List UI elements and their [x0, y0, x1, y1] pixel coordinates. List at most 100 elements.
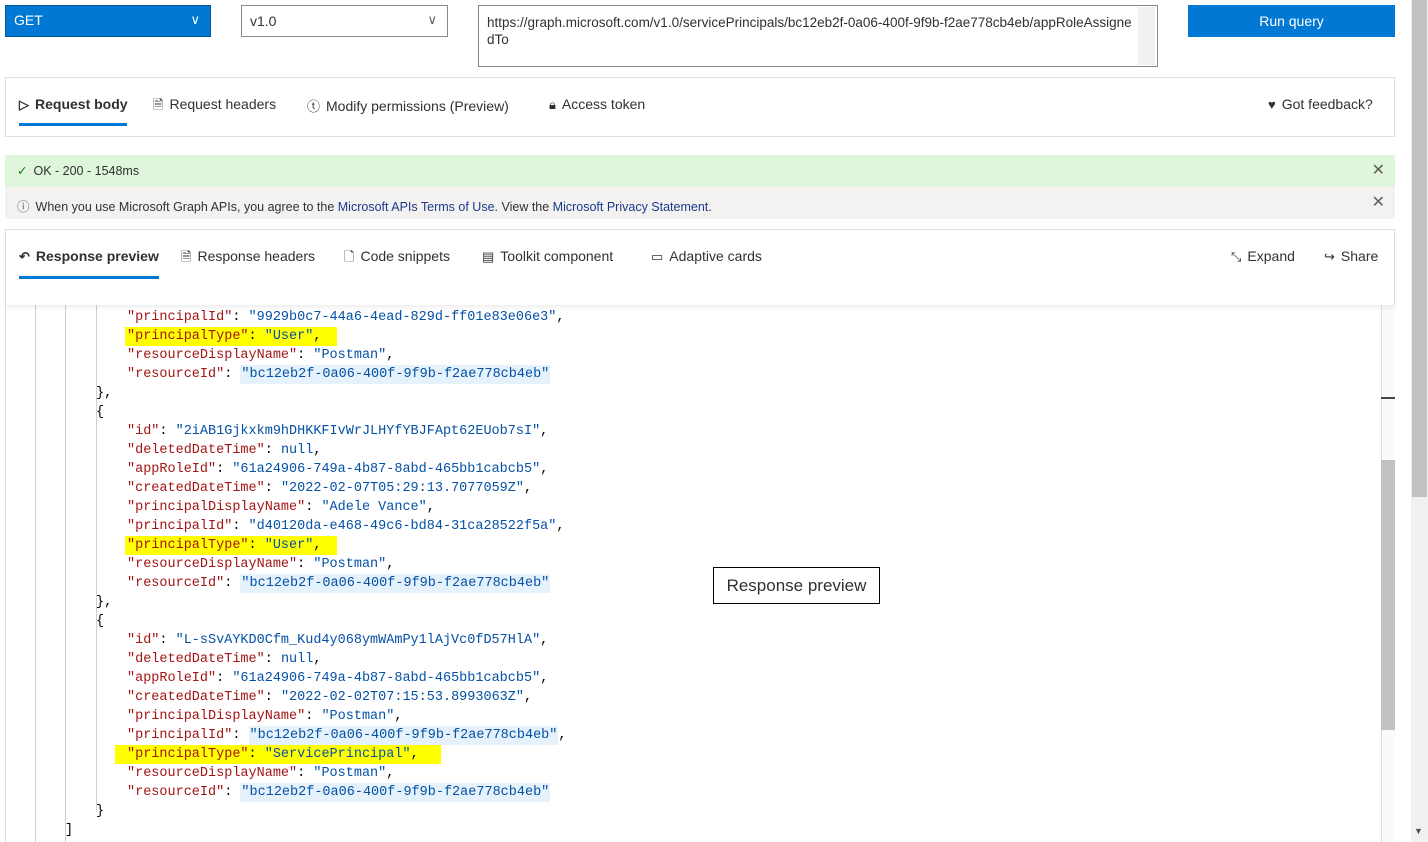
- json-line: "deletedDateTime": null,: [127, 441, 321, 460]
- json-key: "principalType": [127, 329, 249, 344]
- json-bracket: ]: [65, 823, 74, 838]
- tab-response-headers[interactable]: 🗎 Response headers: [181, 248, 315, 270]
- run-query-button[interactable]: Run query: [1188, 5, 1395, 37]
- json-comma: ,: [540, 424, 549, 439]
- tab-access-token[interactable]: 🔒︎ Access token: [549, 96, 645, 113]
- json-property: "resourceDisplayName": "Postman",: [127, 766, 394, 781]
- json-property: "resourceDisplayName": "Postman",: [127, 348, 394, 363]
- highlighted-property: "principalType": "User",: [125, 327, 338, 346]
- share-button[interactable]: ↪ Share: [1324, 248, 1378, 265]
- expand-icon: ⤡: [1231, 249, 1242, 264]
- tab-label: Request headers: [169, 96, 277, 112]
- json-comma: ,: [313, 652, 322, 667]
- terms-link[interactable]: Microsoft APIs Terms of Use: [338, 200, 495, 214]
- json-line: },: [96, 384, 112, 403]
- json-colon: :: [264, 443, 281, 458]
- json-property: "principalId": "d40120da-e468-49c6-bd84-…: [127, 519, 565, 534]
- privacy-link[interactable]: Microsoft Privacy Statement: [553, 200, 709, 214]
- json-key: "deletedDateTime": [127, 443, 265, 458]
- json-line: "resourceId": "bc12eb2f-0a06-400f-9f9b-f…: [127, 574, 551, 593]
- json-colon: :: [264, 481, 281, 496]
- tab-label: Code snippets: [360, 248, 450, 264]
- indent-guide: [35, 304, 36, 842]
- feedback-button[interactable]: ♥ Got feedback?: [1268, 96, 1373, 112]
- tab-label: Response preview: [35, 248, 159, 264]
- json-key: "appRoleId": [127, 671, 217, 686]
- json-value: "Postman": [321, 709, 395, 724]
- method-value: GET: [14, 12, 43, 28]
- tab-response-preview[interactable]: ↶ Response preview: [19, 248, 159, 265]
- json-value: "Postman": [313, 766, 387, 781]
- http-method-dropdown[interactable]: GET ∨: [5, 5, 211, 37]
- json-comma: ,: [386, 348, 395, 363]
- info-icon: ⓘ: [17, 200, 30, 214]
- response-json-viewer[interactable]: "principalId": "9929b0c7-44a6-4ead-829d-…: [5, 304, 1381, 842]
- json-key: "principalDisplayName": [127, 500, 306, 515]
- response-scrollbar-thumb[interactable]: [1381, 460, 1395, 730]
- tab-request-headers[interactable]: 🗎 Request headers: [153, 96, 276, 118]
- document-icon: 🗎: [181, 249, 192, 264]
- json-comma: ,: [426, 500, 435, 515]
- json-colon: :: [232, 310, 249, 325]
- version-dropdown[interactable]: v1.0 ∨: [241, 5, 448, 37]
- json-colon: :: [305, 709, 322, 724]
- json-line: "principalDisplayName": "Adele Vance",: [127, 498, 435, 517]
- close-icon[interactable]: ✕: [1372, 160, 1385, 180]
- json-line: ]: [65, 821, 73, 840]
- status-bar: ✓ OK - 200 - 1548ms ✕: [5, 155, 1395, 187]
- json-value: "User": [264, 538, 314, 553]
- highlighted-property: "principalType": "ServicePrincipal",: [115, 745, 441, 764]
- json-line: {: [96, 403, 104, 422]
- code-icon: 🗋: [344, 249, 355, 264]
- card-icon: ▭: [651, 249, 664, 264]
- tab-label: Adaptive cards: [669, 248, 762, 264]
- json-property: "principalDisplayName": "Postman",: [127, 709, 402, 724]
- url-input[interactable]: https://graph.microsoft.com/v1.0/service…: [478, 5, 1158, 67]
- page-scrollbar-thumb[interactable]: [1412, 0, 1427, 497]
- expand-button[interactable]: ⤡ Expand: [1231, 248, 1295, 265]
- json-comma: ,: [540, 633, 549, 648]
- json-colon: :: [232, 728, 249, 743]
- json-line: "resourceId": "bc12eb2f-0a06-400f-9f9b-f…: [127, 365, 551, 384]
- scroll-down-arrow-icon[interactable]: ▼: [1414, 826, 1423, 836]
- tab-adaptive-cards[interactable]: ▭ Adaptive cards: [651, 248, 762, 265]
- undo-icon: ↶: [19, 249, 30, 264]
- json-comma: ,: [540, 462, 549, 477]
- json-comma: ,: [558, 728, 567, 743]
- tab-code-snippets[interactable]: 🗋 Code snippets: [344, 248, 450, 270]
- selected-tab-indicator: [19, 123, 127, 126]
- tab-modify-permissions[interactable]: ⓣ Modify permissions (Preview): [307, 96, 509, 115]
- json-comma: ,: [313, 538, 322, 553]
- json-colon: :: [264, 652, 281, 667]
- json-line: }: [96, 802, 104, 821]
- json-value: "61a24906-749a-4b87-8abd-465bb1cabcb5": [232, 462, 541, 477]
- json-value: "61a24906-749a-4b87-8abd-465bb1cabcb5": [232, 671, 541, 686]
- json-comma: ,: [523, 690, 533, 705]
- json-property: "appRoleId": "61a24906-749a-4b87-8abd-46…: [127, 671, 548, 686]
- json-key: "createdDateTime": [127, 690, 265, 705]
- url-scrollbar[interactable]: [1138, 7, 1155, 65]
- heart-icon: ♥: [1268, 97, 1276, 112]
- chevron-down-icon: ∨: [427, 12, 437, 27]
- json-property: "resourceId": "bc12eb2f-0a06-400f-9f9b-f…: [127, 574, 551, 593]
- json-property: "resourceId": "bc12eb2f-0a06-400f-9f9b-f…: [127, 783, 551, 802]
- json-comma: ,: [523, 481, 533, 496]
- json-colon: :: [248, 747, 265, 762]
- tab-toolkit-component[interactable]: ▤ Toolkit component: [482, 248, 613, 265]
- share-label: Share: [1340, 248, 1379, 264]
- json-line: "principalDisplayName": "Postman",: [127, 707, 402, 726]
- json-key: "principalId": [127, 728, 233, 743]
- json-value: "2iAB1Gjkxkm9hDHKKFIvWrJLHYfYBJFApt62EUo…: [175, 424, 541, 439]
- json-comma: ,: [540, 671, 549, 686]
- json-colon: :: [224, 367, 241, 382]
- json-key: "id": [127, 424, 160, 439]
- check-circle-icon: ✓: [17, 164, 28, 178]
- tab-request-body[interactable]: ▷ Request body: [19, 96, 128, 113]
- toolkit-icon: ▤: [482, 249, 495, 264]
- json-line: "resourceId": "bc12eb2f-0a06-400f-9f9b-f…: [127, 783, 551, 802]
- json-key: "principalType": [127, 747, 249, 762]
- json-line: "principalId": "d40120da-e468-49c6-bd84-…: [127, 517, 565, 536]
- url-value: https://graph.microsoft.com/v1.0/service…: [487, 15, 1132, 47]
- json-key: "principalDisplayName": [127, 709, 306, 724]
- close-icon[interactable]: ✕: [1372, 192, 1385, 212]
